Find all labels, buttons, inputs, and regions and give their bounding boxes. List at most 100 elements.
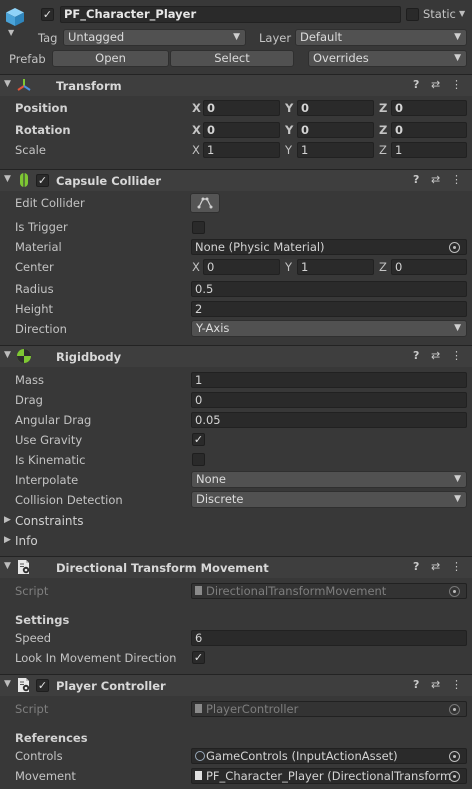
constraints-foldout[interactable]: ▶ Constraints bbox=[0, 511, 472, 531]
preset-settings-icon[interactable]: ⇄ bbox=[431, 173, 440, 186]
transform-header[interactable]: ▼ Transform ? ⇄ ⋮ bbox=[0, 74, 472, 96]
collision-detection-dropdown[interactable]: Discrete ▼ bbox=[191, 491, 467, 508]
axis-z-label[interactable]: Z bbox=[379, 123, 387, 137]
interpolate-dropdown[interactable]: None ▼ bbox=[191, 471, 467, 488]
rotation-y-field[interactable]: 0 bbox=[297, 122, 374, 138]
help-icon[interactable]: ? bbox=[413, 678, 419, 691]
height-field[interactable]: 2 bbox=[191, 301, 467, 317]
center-z-field[interactable]: 0 bbox=[391, 259, 467, 275]
drag-field[interactable]: 0 bbox=[191, 392, 467, 408]
is-trigger-label: Is Trigger bbox=[15, 220, 68, 234]
script-icon bbox=[16, 677, 32, 696]
chevron-right-icon[interactable]: ▶ bbox=[4, 515, 11, 525]
axis-y-label[interactable]: Y bbox=[285, 143, 292, 157]
position-z-field[interactable]: 0 bbox=[391, 100, 467, 116]
object-name-field[interactable]: PF_Character_Player bbox=[60, 6, 401, 23]
more-icon[interactable]: ⋮ bbox=[451, 173, 462, 186]
tag-dropdown[interactable]: Untagged ▼ bbox=[63, 29, 246, 46]
player-controller-enabled-checkbox[interactable]: ✓ bbox=[36, 679, 49, 692]
direction-dropdown[interactable]: Y-Axis ▼ bbox=[191, 320, 467, 337]
fold-icon[interactable]: ▼ bbox=[4, 561, 11, 571]
mass-field[interactable]: 1 bbox=[191, 372, 467, 388]
scale-y-field[interactable]: 1 bbox=[297, 142, 374, 158]
axis-y-label[interactable]: Y bbox=[285, 101, 293, 115]
capsule-collider-header[interactable]: ▼ ✓ Capsule Collider ? ⇄ ⋮ bbox=[0, 169, 472, 191]
is-trigger-checkbox[interactable] bbox=[192, 221, 205, 234]
position-x-field[interactable]: 0 bbox=[203, 100, 280, 116]
info-label[interactable]: Info bbox=[15, 534, 38, 548]
more-icon[interactable]: ⋮ bbox=[451, 78, 462, 91]
axis-z-label[interactable]: Z bbox=[379, 143, 387, 157]
prefab-overrides-dropdown[interactable]: Overrides ▼ bbox=[308, 50, 467, 67]
preset-settings-icon[interactable]: ⇄ bbox=[431, 560, 440, 573]
is-kinematic-checkbox[interactable] bbox=[192, 453, 205, 466]
help-icon[interactable]: ? bbox=[413, 78, 419, 91]
static-dropdown-arrow[interactable]: ▼ bbox=[459, 9, 465, 18]
axis-z-label[interactable]: Z bbox=[379, 101, 387, 115]
use-gravity-checkbox[interactable]: ✓ bbox=[192, 433, 205, 446]
scale-z-field[interactable]: 1 bbox=[391, 142, 467, 158]
preset-settings-icon[interactable]: ⇄ bbox=[431, 78, 440, 91]
player-controller-title: Player Controller bbox=[56, 679, 166, 693]
scale-x-field[interactable]: 1 bbox=[203, 142, 280, 158]
player-controller-header[interactable]: ▼ ✓ Player Controller ? ⇄ ⋮ bbox=[0, 674, 472, 696]
prefab-select-button[interactable]: Select bbox=[170, 50, 294, 67]
script-file-icon bbox=[195, 771, 202, 780]
edit-collider-button[interactable] bbox=[190, 193, 220, 213]
angular-drag-field[interactable]: 0.05 bbox=[191, 412, 467, 428]
material-field[interactable]: None (Physic Material) bbox=[191, 239, 467, 255]
object-picker-icon[interactable] bbox=[449, 771, 460, 782]
object-active-checkbox[interactable]: ✓ bbox=[41, 8, 54, 21]
prefab-open-button[interactable]: Open bbox=[52, 50, 169, 67]
object-icon-dropdown[interactable]: ▼ bbox=[8, 28, 14, 37]
drag-label: Drag bbox=[15, 393, 43, 407]
movement-field[interactable]: PF_Character_Player (DirectionalTransfor… bbox=[191, 768, 467, 784]
more-icon[interactable]: ⋮ bbox=[451, 560, 462, 573]
rotation-z-field[interactable]: 0 bbox=[391, 122, 467, 138]
axis-y-label[interactable]: Y bbox=[285, 260, 292, 274]
height-row: Height 2 bbox=[0, 299, 472, 319]
prefab-label: Prefab bbox=[9, 52, 46, 66]
help-icon[interactable]: ? bbox=[413, 349, 419, 362]
fold-icon[interactable]: ▼ bbox=[4, 350, 11, 360]
axis-y-label[interactable]: Y bbox=[285, 123, 293, 137]
preset-settings-icon[interactable]: ⇄ bbox=[431, 678, 440, 691]
fold-icon[interactable]: ▼ bbox=[4, 174, 11, 184]
position-y-field[interactable]: 0 bbox=[297, 100, 374, 116]
directional-transform-movement-header[interactable]: ▼ Directional Transform Movement ? ⇄ ⋮ bbox=[0, 556, 472, 578]
constraints-label[interactable]: Constraints bbox=[15, 514, 83, 528]
info-foldout[interactable]: ▶ Info bbox=[0, 531, 472, 551]
object-icon bbox=[4, 6, 26, 28]
preset-settings-icon[interactable]: ⇄ bbox=[431, 349, 440, 362]
radius-field[interactable]: 0.5 bbox=[191, 281, 467, 297]
fold-icon[interactable]: ▼ bbox=[4, 79, 11, 89]
chevron-right-icon[interactable]: ▶ bbox=[4, 535, 11, 545]
controls-field[interactable]: GameControls (InputActionAsset) bbox=[191, 748, 467, 764]
object-picker-icon[interactable] bbox=[449, 751, 460, 762]
settings-section: Settings bbox=[0, 610, 472, 630]
axis-x-label[interactable]: X bbox=[192, 143, 200, 157]
help-icon[interactable]: ? bbox=[413, 173, 419, 186]
center-x-field[interactable]: 0 bbox=[203, 259, 280, 275]
pc-script-field: PlayerController bbox=[191, 701, 467, 717]
fold-icon[interactable]: ▼ bbox=[4, 679, 11, 689]
tag-value: Untagged bbox=[68, 30, 125, 44]
object-picker-icon[interactable] bbox=[449, 242, 460, 253]
more-icon[interactable]: ⋮ bbox=[451, 349, 462, 362]
rigidbody-header[interactable]: ▼ Rigidbody ? ⇄ ⋮ bbox=[0, 345, 472, 367]
more-icon[interactable]: ⋮ bbox=[451, 678, 462, 691]
axis-z-label[interactable]: Z bbox=[379, 260, 387, 274]
axis-x-label[interactable]: X bbox=[192, 101, 201, 115]
axis-x-label[interactable]: X bbox=[192, 260, 200, 274]
help-icon[interactable]: ? bbox=[413, 560, 419, 573]
center-y-field[interactable]: 1 bbox=[297, 259, 374, 275]
rotation-x-field[interactable]: 0 bbox=[203, 122, 280, 138]
static-checkbox[interactable] bbox=[406, 8, 419, 21]
references-section: References bbox=[0, 728, 472, 748]
look-direction-checkbox[interactable]: ✓ bbox=[192, 651, 205, 664]
interpolate-label: Interpolate bbox=[15, 473, 79, 487]
layer-dropdown[interactable]: Default ▼ bbox=[295, 29, 467, 46]
capsule-collider-enabled-checkbox[interactable]: ✓ bbox=[36, 174, 49, 187]
speed-field[interactable]: 6 bbox=[191, 630, 467, 646]
axis-x-label[interactable]: X bbox=[192, 123, 201, 137]
